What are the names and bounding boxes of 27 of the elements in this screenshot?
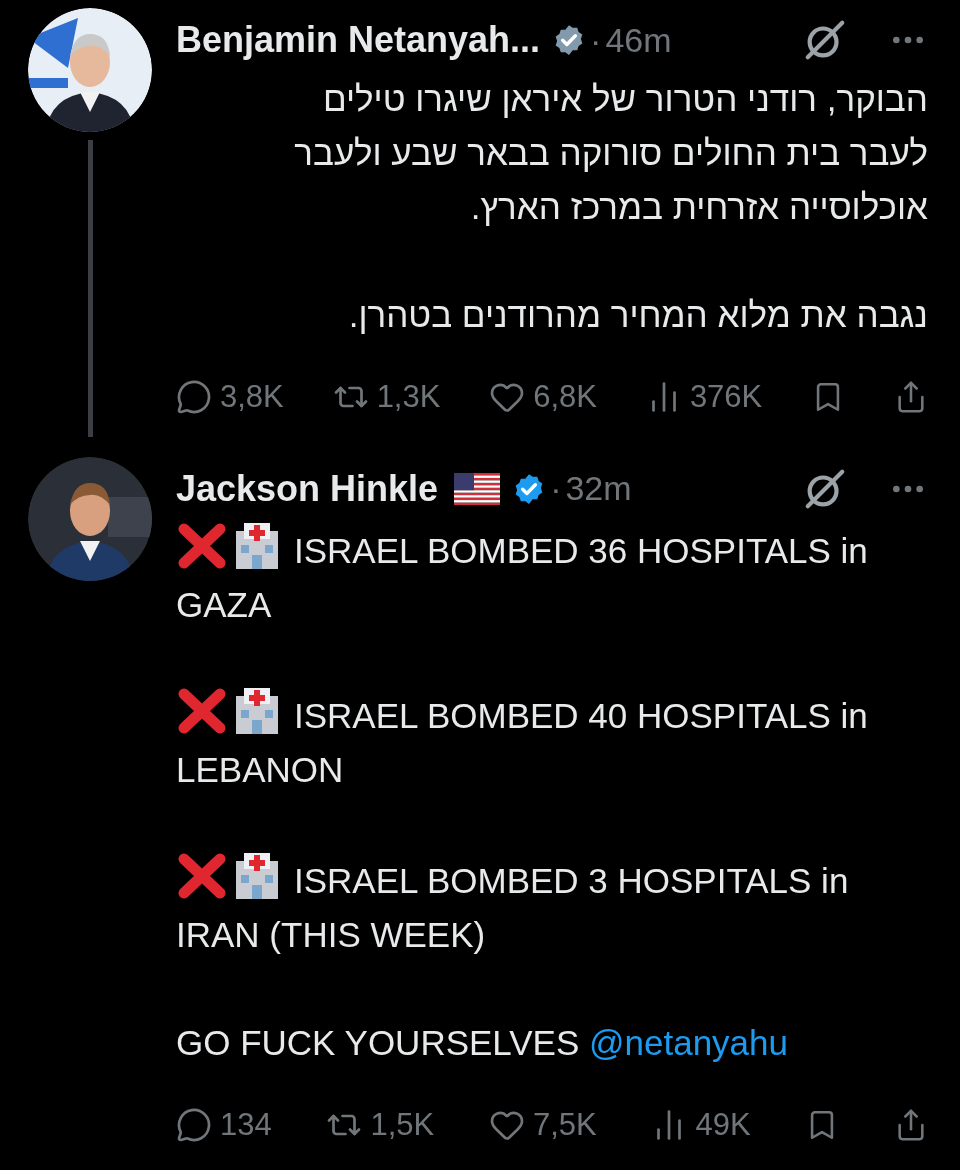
repost-button[interactable]: 1,3K bbox=[332, 374, 441, 421]
cross-mark-icon bbox=[176, 852, 228, 899]
tweet-text: ISRAEL BOMBED 3 HOSPITALS in IRAN (THIS WEEK) bbox=[176, 850, 912, 962]
like-button[interactable]: 6,8K bbox=[489, 374, 598, 421]
timestamp[interactable]: 32m bbox=[565, 463, 632, 514]
tweet-text: נגבה את מלוא המחיר מהרודנים בטהרן. bbox=[347, 294, 928, 336]
author-name[interactable]: Jackson Hinkle bbox=[176, 461, 439, 516]
comment-icon bbox=[176, 379, 212, 416]
repost-button[interactable]: 1,5K bbox=[326, 1101, 435, 1148]
tweet-text: GO FUCK YOURSELVES @netanyahu bbox=[176, 1021, 789, 1064]
views-button[interactable]: 49K bbox=[651, 1101, 751, 1148]
cross-mark-icon bbox=[176, 687, 228, 734]
tweet-text: ISRAEL BOMBED 40 HOSPITALS in LEBANON bbox=[176, 685, 912, 797]
reply-button[interactable]: 134 bbox=[176, 1101, 272, 1148]
reply-button[interactable]: 3,8K bbox=[176, 374, 284, 421]
separator-dot: · bbox=[590, 19, 602, 61]
views-button[interactable]: 376K bbox=[645, 374, 763, 421]
author-name[interactable]: Benjamin Netanyah... bbox=[176, 13, 541, 67]
tweet-text: ISRAEL BOMBED 36 HOSPITALS in GAZA bbox=[176, 520, 912, 632]
cross-mark-icon bbox=[176, 522, 228, 569]
separator-dot: · bbox=[550, 468, 562, 509]
tweet-text: הבוקר, רודני הטרור של איראן שיגרו טילים לעבר בית החולים סורוקה בבאר שבע ולעבר אוכלוסייה אזרחית במרכז הארץ. bbox=[293, 78, 928, 228]
mention-link[interactable]: @netanyahu bbox=[589, 1022, 788, 1062]
comment-icon bbox=[176, 1106, 212, 1143]
flag-icon bbox=[454, 472, 501, 505]
like-button[interactable]: 7,5K bbox=[488, 1101, 597, 1148]
timestamp[interactable]: 46m bbox=[605, 14, 672, 66]
